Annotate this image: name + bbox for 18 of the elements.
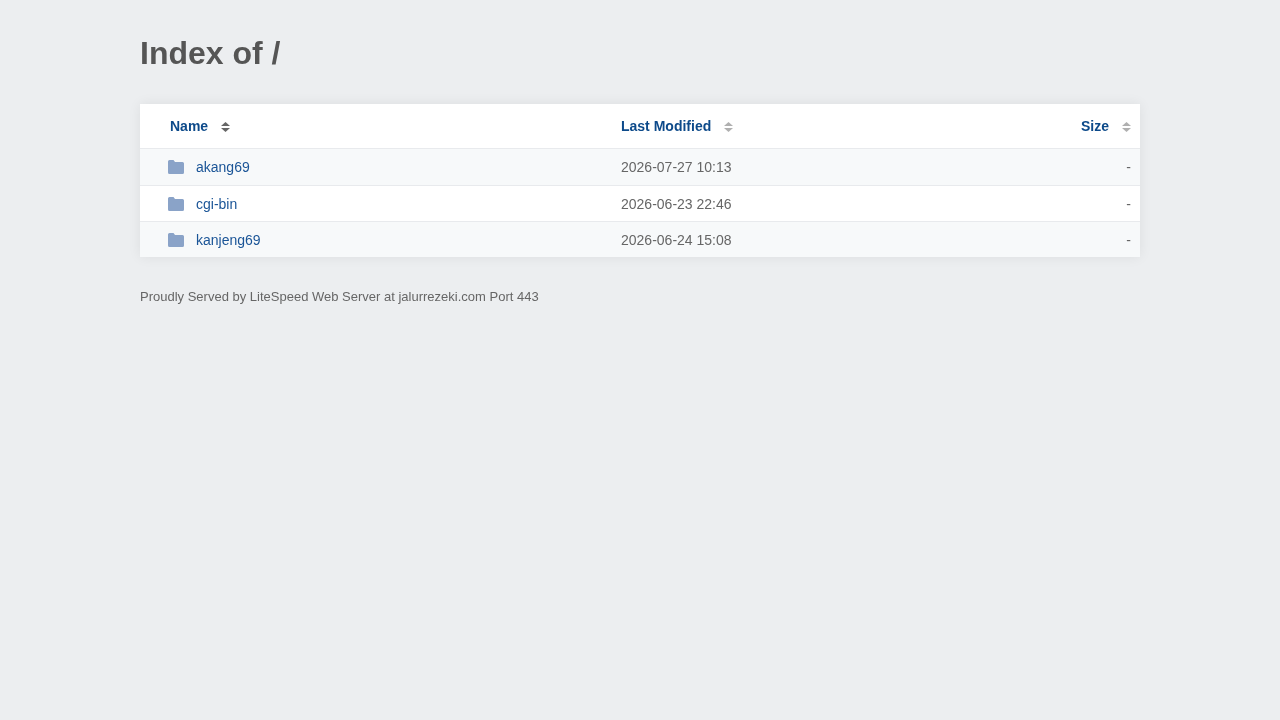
file-size: -: [1126, 194, 1131, 213]
folder-icon: [168, 160, 184, 174]
modified-date: 2026-06-24 15:08: [621, 230, 732, 249]
modified-date: 2026-06-23 22:46: [621, 194, 732, 213]
folder-icon: [168, 232, 184, 247]
server-footer-text: Proudly Served by LiteSpeed Web Server at jalurrezeki.com Port 443: [140, 289, 539, 305]
folder-link[interactable]: kanjeng69: [196, 230, 261, 249]
file-size: -: [1126, 158, 1131, 176]
page-title: Index of /: [140, 34, 281, 73]
folder-icon: [168, 196, 184, 211]
sort-icon[interactable]: [221, 122, 231, 132]
column-header-link[interactable]: Name: [170, 117, 209, 135]
column-header-link[interactable]: Last Modified: [621, 117, 712, 135]
folder-link[interactable]: cgi-bin: [196, 194, 238, 213]
folder-link[interactable]: akang69: [196, 158, 250, 176]
modified-date: 2026-07-27 10:13: [621, 158, 732, 176]
file-size: -: [1126, 230, 1131, 249]
column-header-link[interactable]: Size: [1081, 117, 1109, 135]
